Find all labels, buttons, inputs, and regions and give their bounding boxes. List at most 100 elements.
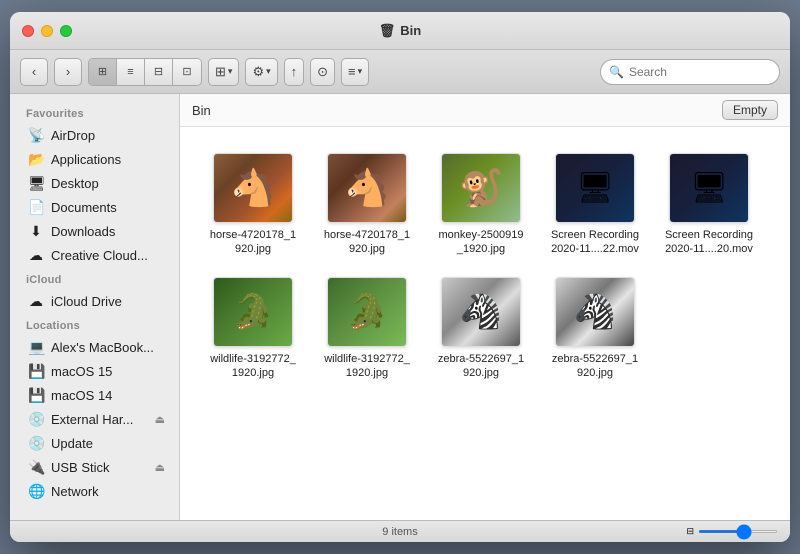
screen2-thumbnail [670,154,748,222]
file-thumb-screen1 [555,153,635,223]
update-icon: 💿 [28,435,44,452]
forward-button[interactable]: › [54,58,82,86]
sidebar-downloads-label: Downloads [51,224,115,239]
file-name-zebra1: zebra-5522697_1920.jpg [438,352,524,381]
sidebar-item-update[interactable]: 💿 Update [14,432,175,455]
file-thumb-monkey [441,153,521,223]
sidebar-item-downloads[interactable]: ⬇ Downloads [14,220,175,243]
sidebar-airdrop-label: AirDrop [51,128,95,143]
gallery-view-button[interactable]: ⊡ [173,59,201,85]
column-view-button[interactable]: ⊟ [145,59,173,85]
list-view-icon: ≡ [127,66,133,78]
documents-icon: 📄 [28,199,44,216]
sidebar-item-usb-stick[interactable]: 🔌 USB Stick ⏏ [14,456,175,479]
sidebar-item-icloud-drive[interactable]: ☁ iCloud Drive [14,290,175,313]
file-thumb-zebra2 [555,277,635,347]
minimize-button[interactable] [41,25,53,37]
view-options-button[interactable]: ⊞ ▾ [208,58,239,86]
creative-cloud-icon: ☁ [28,247,44,264]
back-button[interactable]: ‹ [20,58,48,86]
size-slider[interactable]: ⊟ [686,526,778,537]
arrange-button[interactable]: ≡ ▾ [341,58,369,86]
file-item-wildlife2[interactable]: wildlife-3192772_1920.jpg [312,269,422,389]
monkey-thumbnail [442,154,520,222]
grid-icon: ⊞ [215,64,226,80]
icon-view-icon: ⊞ [98,65,107,78]
usb-stick-icon: 🔌 [28,459,44,476]
icon-view-button[interactable]: ⊞ [89,59,117,85]
toolbar: ‹ › ⊞ ≡ ⊟ ⊡ ⊞ ▾ ⚙ ▾ ↑ [10,50,790,94]
eject-usb-button[interactable]: ⏏ [155,461,165,474]
file-name-wildlife2: wildlife-3192772_1920.jpg [324,352,410,381]
item-count: 9 items [382,526,417,538]
sidebar-macos15-label: macOS 15 [51,364,112,379]
search-input[interactable] [629,65,771,79]
sidebar-item-macos15[interactable]: 💾 macOS 15 [14,360,175,383]
sidebar-item-alexs-macbook[interactable]: 💻 Alex's MacBook... [14,336,175,359]
search-box[interactable]: 🔍 [600,59,780,85]
sidebar-item-documents[interactable]: 📄 Documents [14,196,175,219]
finder-window: 🗑 Bin ‹ › ⊞ ≡ ⊟ ⊡ ⊞ ▾ [10,12,790,542]
bin-icon: 🗑 [379,23,396,39]
arrange-icon: ≡ [348,64,356,79]
chevron-down-icon: ▾ [228,66,233,77]
wildlife1-thumbnail [214,278,292,346]
tags-button[interactable]: ⊙ [310,58,335,86]
file-item-screen1[interactable]: Screen Recording2020-11....22.mov [540,145,650,265]
file-thumb-wildlife1 [213,277,293,347]
action-button[interactable]: ⚙ ▾ [245,58,277,86]
wildlife2-thumbnail [328,278,406,346]
macos15-icon: 💾 [28,363,44,380]
maximize-button[interactable] [60,25,72,37]
sidebar-item-desktop[interactable]: 🖥 Desktop [14,172,175,195]
icloud-drive-icon: ☁ [28,293,44,310]
sidebar-documents-label: Documents [51,200,117,215]
file-item-zebra1[interactable]: zebra-5522697_1920.jpg [426,269,536,389]
file-name-monkey: monkey-2500919_1920.jpg [438,228,523,257]
file-thumb-horse2 [327,153,407,223]
list-view-button[interactable]: ≡ [117,59,145,85]
sidebar-network-label: Network [51,484,99,499]
icloud-header: iCloud [10,268,179,289]
sidebar-item-external-har[interactable]: 💿 External Har... ⏏ [14,408,175,431]
close-button[interactable] [22,25,34,37]
status-bar: 9 items ⊟ [10,520,790,542]
sidebar-item-macos14[interactable]: 💾 macOS 14 [14,384,175,407]
main-area: Favourites 📡 AirDrop 📂 Applications 🖥 De… [10,94,790,520]
sidebar-alexs-macbook-label: Alex's MacBook... [51,340,154,355]
sidebar-desktop-label: Desktop [51,176,99,191]
share-icon: ↑ [291,64,298,79]
sidebar-update-label: Update [51,436,93,451]
locations-header: Locations [10,314,179,335]
file-item-horse2[interactable]: horse-4720178_1920.jpg [312,145,422,265]
file-thumb-zebra1 [441,277,521,347]
sidebar-item-airdrop[interactable]: 📡 AirDrop [14,124,175,147]
action-chevron-icon: ▾ [266,66,271,77]
sidebar-external-har-label: External Har... [51,412,133,427]
share-button[interactable]: ↑ [284,58,305,86]
file-item-horse1[interactable]: horse-4720178_1920.jpg [198,145,308,265]
file-content: Bin Empty horse-4720178_1920.jpg horse-4 [180,94,790,520]
file-name-wildlife1: wildlife-3192772_1920.jpg [210,352,296,381]
file-grid: horse-4720178_1920.jpg horse-4720178_192… [180,127,790,520]
empty-button[interactable]: Empty [722,100,778,120]
arrange-chevron-icon: ▾ [358,66,363,77]
sidebar-item-applications[interactable]: 📂 Applications [14,148,175,171]
file-item-monkey[interactable]: monkey-2500919_1920.jpg [426,145,536,265]
file-item-screen2[interactable]: Screen Recording2020-11....20.mov [654,145,764,265]
window-title: 🗑 Bin [379,23,421,39]
sidebar-icloud-drive-label: iCloud Drive [51,294,122,309]
content-header: Bin Empty [180,94,790,127]
traffic-lights [22,25,72,37]
sidebar-item-network[interactable]: 🌐 Network [14,480,175,503]
sidebar-item-creative-cloud[interactable]: ☁ Creative Cloud... [14,244,175,267]
eject-external-button[interactable]: ⏏ [155,413,165,426]
file-thumb-screen2 [669,153,749,223]
file-item-zebra2[interactable]: zebra-5522697_1920.jpg [540,269,650,389]
file-name-screen2: Screen Recording2020-11....20.mov [665,228,753,257]
desktop-icon: 🖥 [28,175,44,192]
zoom-slider[interactable] [698,530,778,533]
file-item-wildlife1[interactable]: wildlife-3192772_1920.jpg [198,269,308,389]
view-options: ⊞ ≡ ⊟ ⊡ [88,58,202,86]
file-name-screen1: Screen Recording2020-11....22.mov [551,228,639,257]
